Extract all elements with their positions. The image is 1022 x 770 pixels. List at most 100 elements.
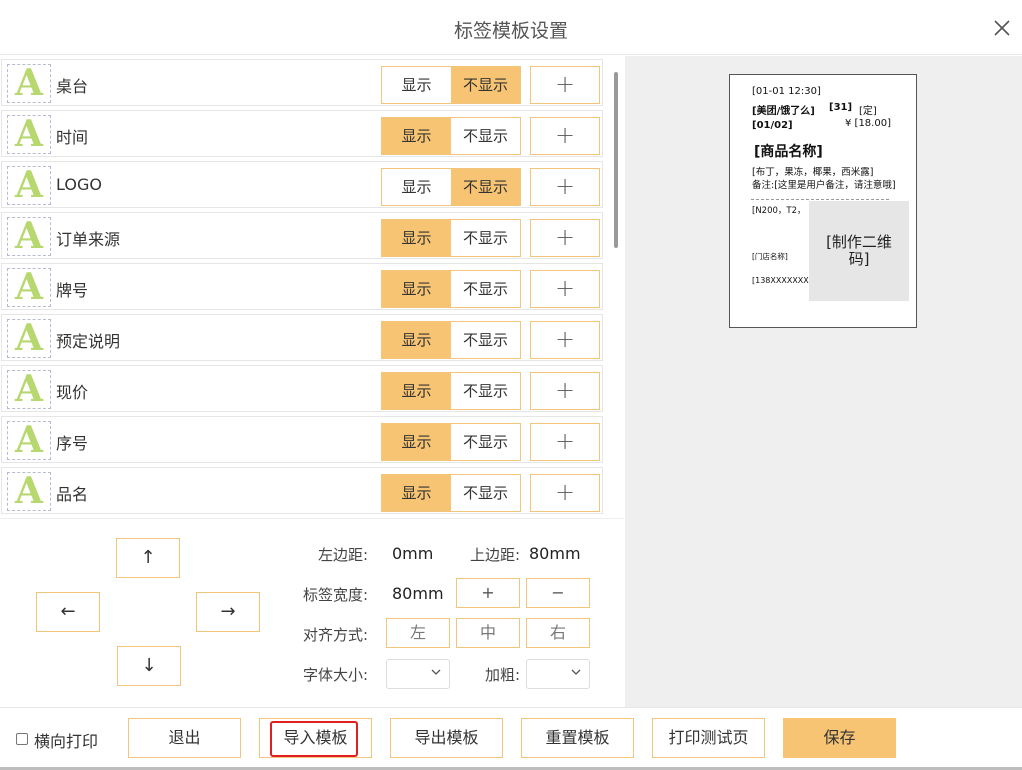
align-right-button[interactable]: 右: [526, 618, 590, 648]
hide-option[interactable]: 不显示: [451, 169, 520, 205]
width-decrease-button[interactable]: −: [526, 578, 590, 608]
preview-number: [31]: [829, 102, 853, 113]
visibility-toggle: 显示 不显示: [381, 423, 521, 461]
exit-button[interactable]: 退出: [128, 718, 241, 758]
hide-option[interactable]: 不显示: [451, 373, 520, 409]
left-margin-label: 左边距:: [317, 546, 368, 564]
move-left-button[interactable]: ←: [36, 592, 100, 632]
hide-option[interactable]: 不显示: [451, 220, 520, 256]
preview-seq: [01/02]: [752, 120, 793, 131]
hide-option[interactable]: 不显示: [451, 118, 520, 154]
align-left-button[interactable]: 左: [386, 618, 450, 648]
import-template-button[interactable]: 导入模板: [259, 718, 372, 758]
field-row: A LOGO 显示 不显示 +: [1, 161, 603, 208]
top-margin-label: 上边距:: [469, 546, 520, 564]
field-list: A 桌台 显示 不显示 + A 时间 显示 不显示 + A LOGO 显示 不显示 + A 订单来源 显示 不显示 +…: [0, 56, 624, 517]
width-increase-button[interactable]: +: [456, 578, 520, 608]
field-row: A 现价 显示 不显示 +: [1, 365, 603, 412]
preview-reserve: [定]: [859, 106, 877, 117]
landscape-print-label: 横向打印: [34, 732, 99, 751]
show-option[interactable]: 显示: [382, 271, 451, 307]
hide-option[interactable]: 不显示: [451, 475, 520, 511]
field-row: A 预定说明 显示 不显示 +: [1, 314, 603, 361]
window-title: 标签模板设置: [453, 20, 568, 42]
hide-option[interactable]: 不显示: [451, 322, 520, 358]
show-option[interactable]: 显示: [382, 322, 451, 358]
top-margin-value: 80mm: [529, 544, 581, 563]
chevron-down-icon: [571, 669, 581, 675]
left-margin-value: 0mm: [392, 544, 434, 563]
close-icon[interactable]: [990, 16, 1014, 40]
landscape-print-checkbox[interactable]: [16, 733, 28, 745]
field-row: A 桌台 显示 不显示 +: [1, 59, 603, 106]
add-field-button[interactable]: +: [530, 270, 600, 308]
add-field-button[interactable]: +: [530, 219, 600, 257]
field-label: 订单来源: [56, 230, 121, 249]
title-bar: 标签模板设置: [0, 0, 1022, 55]
add-field-button[interactable]: +: [530, 474, 600, 512]
letter-a-icon: A: [7, 113, 51, 155]
letter-a-icon: A: [7, 215, 51, 257]
show-option[interactable]: 显示: [382, 169, 451, 205]
field-label: 牌号: [56, 281, 89, 300]
visibility-toggle: 显示 不显示: [381, 168, 521, 206]
hide-option[interactable]: 不显示: [451, 67, 520, 103]
visibility-toggle: 显示 不显示: [381, 474, 521, 512]
add-field-button[interactable]: +: [530, 321, 600, 359]
move-right-button[interactable]: →: [196, 592, 260, 632]
add-field-button[interactable]: +: [530, 168, 600, 206]
field-label: 桌台: [56, 77, 89, 96]
show-option[interactable]: 显示: [382, 475, 451, 511]
add-field-button[interactable]: +: [530, 423, 600, 461]
export-template-button[interactable]: 导出模板: [390, 718, 503, 758]
preview-divider: [751, 199, 889, 200]
letter-a-icon: A: [7, 164, 51, 206]
visibility-toggle: 显示 不显示: [381, 117, 521, 155]
bold-label: 加粗:: [484, 666, 520, 684]
field-label: 预定说明: [56, 332, 121, 351]
hide-option[interactable]: 不显示: [451, 271, 520, 307]
field-label: 时间: [56, 128, 89, 147]
align-center-button[interactable]: 中: [456, 618, 520, 648]
field-label: 序号: [56, 434, 89, 453]
font-size-label: 字体大小:: [302, 666, 368, 684]
visibility-toggle: 显示 不显示: [381, 270, 521, 308]
preview-time: [01-01 12:30]: [752, 86, 821, 97]
preview-code: [N200，T2，: [752, 206, 806, 216]
move-up-button[interactable]: ↑: [116, 538, 180, 578]
visibility-toggle: 显示 不显示: [381, 321, 521, 359]
add-field-button[interactable]: +: [530, 66, 600, 104]
field-label: 现价: [56, 383, 89, 402]
preview-store: [门店名称]: [752, 252, 788, 261]
reset-template-button[interactable]: 重置模板: [521, 718, 634, 758]
letter-a-icon: A: [7, 368, 51, 410]
field-row: A 订单来源 显示 不显示 +: [1, 212, 603, 259]
move-down-button[interactable]: ↓: [117, 646, 181, 686]
field-row: A 序号 显示 不显示 +: [1, 416, 603, 463]
letter-a-icon: A: [7, 419, 51, 461]
bold-select[interactable]: [526, 659, 590, 689]
add-field-button[interactable]: +: [530, 117, 600, 155]
visibility-toggle: 显示 不显示: [381, 372, 521, 410]
save-button[interactable]: 保存: [783, 718, 896, 758]
show-option[interactable]: 显示: [382, 424, 451, 460]
show-option[interactable]: 显示: [382, 373, 451, 409]
show-option[interactable]: 显示: [382, 67, 451, 103]
preview-toppings: [布丁，果冻，椰果，西米露]: [752, 167, 874, 178]
field-label: 品名: [56, 485, 89, 504]
alignment-label: 对齐方式:: [302, 626, 368, 644]
preview-note: 备注:[这里是用户备注，请注意哦]: [752, 180, 896, 191]
show-option[interactable]: 显示: [382, 220, 451, 256]
preview-qr-code: [制作二维码]: [809, 201, 909, 301]
add-field-button[interactable]: +: [530, 372, 600, 410]
hide-option[interactable]: 不显示: [451, 424, 520, 460]
letter-a-icon: A: [7, 317, 51, 359]
label-width-label: 标签宽度:: [302, 586, 368, 604]
list-scrollbar[interactable]: [614, 72, 618, 248]
field-label: LOGO: [56, 175, 102, 194]
print-test-page-button[interactable]: 打印测试页: [652, 718, 765, 758]
preview-product-name: [商品名称]: [754, 144, 823, 160]
show-option[interactable]: 显示: [382, 118, 451, 154]
label-width-value: 80mm: [392, 584, 444, 603]
letter-a-icon: A: [7, 266, 51, 308]
